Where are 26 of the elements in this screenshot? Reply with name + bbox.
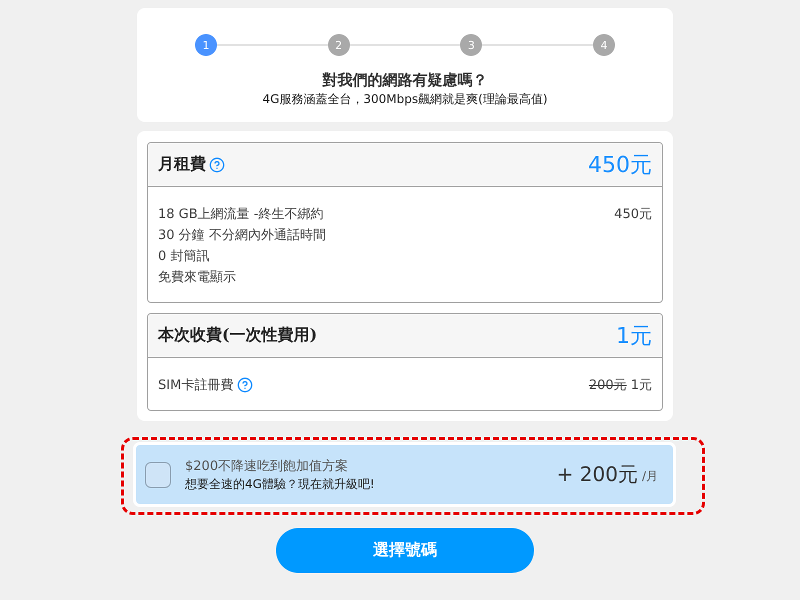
fee-item: 18 GB上網流量 -終生不綁約 [158,206,324,222]
addon-title: $200不降速吃到飽加值方案 [185,458,350,476]
step-indicator: 3 [460,34,482,56]
fee-total: 1元 [616,322,652,350]
item-price: 1元 [630,376,652,394]
original-price: 200元 [588,376,627,394]
step-indicator: 4 [593,34,616,56]
fee-title: 本次收費(一次性費用) [158,325,318,346]
help-icon[interactable] [237,376,254,392]
fee-item: 30 分鐘 不分網內外通話時間 [158,226,326,244]
intro-subtitle: 4G服務涵蓋全台，300Mbps飆網就是爽(理論最高值) [262,91,548,107]
step-indicator: 2 [328,34,350,56]
item-price: 450元 [614,206,652,222]
addon-description: 想要全速的4G體驗？現在就升級吧! [185,476,376,492]
fee-item: 0 封簡訊 [158,248,210,264]
step-indicator: 1 [195,34,217,56]
help-icon[interactable] [209,156,225,172]
addon-card[interactable]: $200不降速吃到飽加值方案 想要全速的4G體驗？現在就升級吧! + 200元 /月 [133,442,676,507]
addon-checkbox[interactable] [145,462,171,488]
price-unit: /月 [642,468,658,485]
fee-item: 免費來電顯示 [158,268,236,286]
fee-title: 月租費 [158,154,206,175]
fee-total: 450元 [588,152,652,180]
addon-price: + 200元 [556,461,638,488]
intro-title: 對我們的網路有疑慮嗎？ [322,70,488,90]
fee-item: SIM卡註冊費 [158,376,234,394]
